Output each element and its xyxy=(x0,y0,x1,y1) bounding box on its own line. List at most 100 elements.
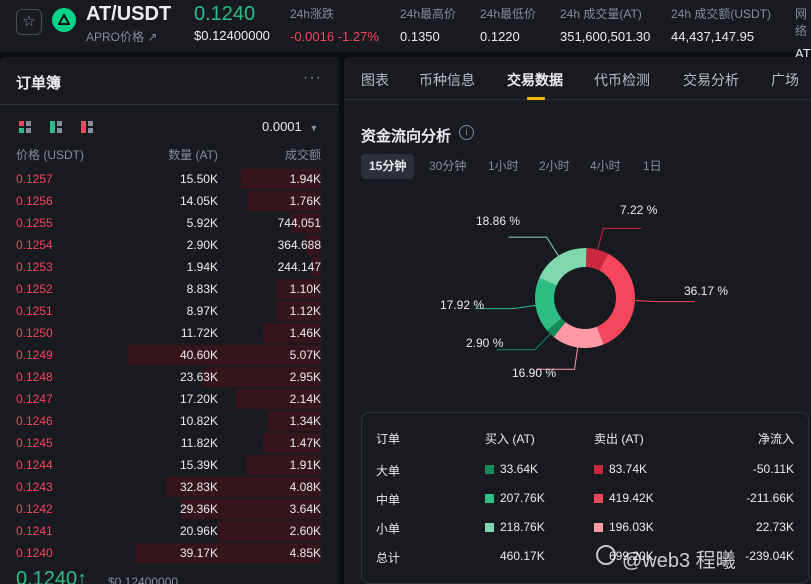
period-30m[interactable]: 30分钟 xyxy=(421,154,474,179)
token-name-link[interactable]: APRO价格 ↗ xyxy=(86,28,157,45)
flow-header-sell: 卖出 (AT) xyxy=(594,432,644,446)
orderbook-row[interactable]: 0.1252 8.83K 1.10K xyxy=(0,278,339,300)
row-qty: 8.83K xyxy=(186,282,218,296)
row-total: 1.47K xyxy=(289,436,321,450)
orderbook-title: 订单簿 xyxy=(16,75,62,92)
row-qty: 20.96K xyxy=(179,524,218,538)
row-price: 0.1240 xyxy=(16,546,53,560)
tab-trading-data[interactable]: 交易数据 xyxy=(507,70,563,90)
row-total: 1.12K xyxy=(289,304,321,318)
period-15m[interactable]: 15分钟 xyxy=(361,154,415,179)
row-total: 4.08K xyxy=(289,480,321,494)
favorite-star-icon[interactable]: ☆ xyxy=(16,9,42,35)
period-1d[interactable]: 1日 xyxy=(635,154,670,179)
row-price: 0.1248 xyxy=(16,370,53,384)
orderbook-row[interactable]: 0.1243 32.83K 4.08K xyxy=(0,476,339,498)
row-price: 0.1244 xyxy=(16,458,53,472)
orderbook-row[interactable]: 0.1251 8.97K 1.12K xyxy=(0,300,339,322)
orderbook-row[interactable]: 0.1256 14.05K 1.76K xyxy=(0,190,339,212)
trading-data-panel: 图表 币种信息 交易数据 代币检测 交易分析 广场 资金流向分析 i 15分钟 … xyxy=(344,57,811,584)
flow-header-net: 净流入 xyxy=(757,432,794,446)
row-qty: 17.20K xyxy=(179,392,218,406)
row-qty: 1.94K xyxy=(186,260,218,274)
row-total: 1.76K xyxy=(289,194,321,208)
period-2h[interactable]: 2小时 xyxy=(531,154,578,179)
row-total: 364.688 xyxy=(277,238,321,252)
orderbook-row[interactable]: 0.1255 5.92K 744.051 xyxy=(0,212,339,234)
orderbook-row[interactable]: 0.1240 39.17K 4.85K xyxy=(0,542,339,564)
row-price: 0.1253 xyxy=(16,260,53,274)
row-price: 0.1250 xyxy=(16,326,53,340)
row-price: 0.1249 xyxy=(16,348,53,362)
row-total: 1.10K xyxy=(289,282,321,296)
period-1h[interactable]: 1小时 xyxy=(480,154,527,179)
orderbook-rows: 0.1257 15.50K 1.94K 0.1256 14.05K 1.76K 0.1255… xyxy=(0,168,339,564)
row-qty: 39.17K xyxy=(179,546,218,560)
orderbook-row[interactable]: 0.1257 15.50K 1.94K xyxy=(0,168,339,190)
symbol-title[interactable]: AT/USDT xyxy=(86,3,171,26)
both-sides-view-icon[interactable] xyxy=(19,121,31,133)
row-price: 0.1246 xyxy=(16,414,53,428)
swatch xyxy=(594,465,603,474)
orderbook-row[interactable]: 0.1244 15.39K 1.91K xyxy=(0,454,339,476)
section-title: 资金流向分析 xyxy=(361,128,452,145)
buy-side-view-icon[interactable] xyxy=(50,121,62,133)
row-total: 1.46K xyxy=(289,326,321,340)
orderbook-row[interactable]: 0.1242 29.36K 3.64K xyxy=(0,498,339,520)
flow-net-cell: -50.11K xyxy=(752,462,794,476)
donut-label: 17.92 % xyxy=(440,298,485,312)
row-price: 0.1256 xyxy=(16,194,53,208)
row-total: 2.60K xyxy=(289,524,321,538)
row-qty: 5.92K xyxy=(186,216,218,230)
swatch xyxy=(485,523,494,532)
watermark-icon xyxy=(596,545,616,565)
stat-24h-volume: 24h 成交量(AT) 351,600,501.30 xyxy=(560,7,651,44)
info-icon[interactable]: i xyxy=(459,125,474,140)
tab-square[interactable]: 广场 xyxy=(771,70,799,90)
flow-buy-total: 460.17K xyxy=(500,549,545,563)
orderbook-row[interactable]: 0.1253 1.94K 244.147 xyxy=(0,256,339,278)
orderbook-row[interactable]: 0.1241 20.96K 2.60K xyxy=(0,520,339,542)
row-qty: 8.97K xyxy=(186,304,218,318)
orderbook-panel: 订单簿 ··· 0.0001 ▼ 价格 (USDT) 数量 (AT) 成交额 0… xyxy=(0,57,339,584)
flow-header-buy: 买入 (AT) xyxy=(485,432,535,446)
flow-buy-cell: 33.64K xyxy=(485,462,538,476)
col-header-price: 价格 (USDT) xyxy=(16,148,84,162)
orderbook-row[interactable]: 0.1250 11.72K 1.46K xyxy=(0,322,339,344)
donut-label: 16.90 % xyxy=(512,366,557,380)
fund-flow-table: 订单 买入 (AT) 卖出 (AT) 净流入 大单 33.64K 83.74K … xyxy=(361,412,809,584)
stat-24h-low: 24h最低价 0.1220 xyxy=(480,7,537,44)
flow-buy-cell: 218.76K xyxy=(485,520,545,534)
tick-size-select[interactable]: 0.0001 ▼ xyxy=(262,119,318,134)
donut-slice[interactable] xyxy=(539,248,587,286)
more-options-icon[interactable]: ··· xyxy=(303,69,322,87)
triangle-icon xyxy=(58,14,70,25)
row-total: 744.051 xyxy=(277,216,321,230)
row-qty: 29.36K xyxy=(179,502,218,516)
orderbook-row[interactable]: 0.1254 2.90K 364.688 xyxy=(0,234,339,256)
row-price: 0.1241 xyxy=(16,524,53,538)
orderbook-row[interactable]: 0.1249 40.60K 5.07K xyxy=(0,344,339,366)
orderbook-row[interactable]: 0.1245 11.82K 1.47K xyxy=(0,432,339,454)
row-price: 0.1243 xyxy=(16,480,53,494)
orderbook-row[interactable]: 0.1246 10.82K 1.34K xyxy=(0,410,339,432)
row-qty: 15.39K xyxy=(179,458,218,472)
orderbook-row[interactable]: 0.1248 23.63K 2.95K xyxy=(0,366,339,388)
row-total: 3.64K xyxy=(289,502,321,516)
sell-side-view-icon[interactable] xyxy=(81,121,93,133)
orderbook-row[interactable]: 0.1247 17.20K 2.14K xyxy=(0,388,339,410)
tab-chart[interactable]: 图表 xyxy=(361,70,389,90)
col-header-qty: 数量 (AT) xyxy=(168,148,218,162)
period-4h[interactable]: 4小时 xyxy=(582,154,629,179)
row-price: 0.1247 xyxy=(16,392,53,406)
divider xyxy=(0,104,339,105)
row-total: 4.85K xyxy=(289,546,321,560)
donut-leader-line xyxy=(634,299,695,303)
donut-slice[interactable] xyxy=(596,253,635,345)
tab-trade-analysis[interactable]: 交易分析 xyxy=(683,70,739,90)
tab-token-check[interactable]: 代币检测 xyxy=(594,70,650,90)
swatch xyxy=(594,494,603,503)
stat-24h-turnover: 24h 成交额(USDT) 44,437,147.95 xyxy=(671,7,772,44)
tab-coin-info[interactable]: 币种信息 xyxy=(419,70,475,90)
row-qty: 11.72K xyxy=(180,326,218,340)
